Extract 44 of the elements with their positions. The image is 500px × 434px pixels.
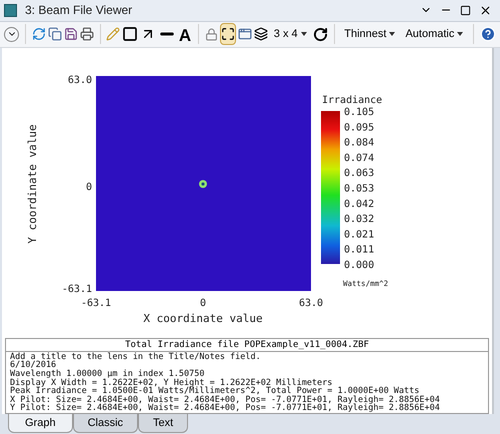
app-icon	[4, 4, 17, 17]
info-line: Display X Width = 1.2622E+02, Y Height = 1.2622E+02 Millimeters	[10, 378, 334, 388]
caret-icon	[457, 32, 464, 36]
y-tick-label: -63.1	[62, 284, 92, 295]
info-line: Y Pilot: Size= 2.4684E+00, Waist= 2.4684E+00, Pos= -7.0771E+01, Rayleigh= 2.8856E+04	[10, 404, 441, 414]
info-line: X Pilot: Size= 2.4684E+00, Waist= 2.4684E+00, Pos= -7.0771E+01, Rayleigh= 2.8856E+04	[10, 396, 441, 404]
x-tick-label: 63.0	[298, 298, 324, 309]
info-line: Add a title to the lens in the Title/Notes field.	[10, 352, 262, 362]
colorbar-label: 0.063	[344, 168, 374, 180]
y-tick-label: 0	[86, 182, 92, 193]
x-tick-label: -63.1	[80, 298, 112, 309]
caret-icon	[300, 32, 307, 36]
info-line: 6/10/2016	[10, 361, 56, 370]
colorbar-label: 0.021	[344, 229, 374, 240]
close-icon[interactable]	[479, 4, 492, 17]
colorbar-label: 0.074	[344, 152, 374, 164]
colorbar-title: Irradiance	[322, 94, 382, 106]
colorbar-label: 0.095	[344, 122, 374, 134]
window-title: 3: Beam File Viewer	[25, 2, 132, 20]
text-tool[interactable]: A	[178, 23, 192, 46]
colorbar-label: 0.105	[344, 106, 374, 118]
fit-icon[interactable]	[220, 23, 236, 46]
colorbar-label: 0.011	[344, 244, 374, 256]
layout-dropdown[interactable]: 3 x 4	[270, 26, 311, 43]
colorbar-label: 0.084	[344, 138, 374, 148]
colorbar-label: 0.053	[344, 183, 374, 194]
maximize-icon[interactable]	[460, 4, 471, 16]
scale-dropdown[interactable]: Automatic	[401, 26, 468, 43]
tab[interactable]: Classic	[72, 414, 138, 434]
panel-title: Total Irradiance file POPExample_v11_0004.ZBF	[6, 338, 488, 352]
colorbar-label: 0.000	[344, 260, 374, 271]
caret-icon	[389, 32, 396, 36]
beam-spot	[199, 180, 207, 188]
y-tick-label: 63.0	[68, 74, 92, 86]
x-tick-label: 0	[200, 298, 206, 309]
info-line: Peak Irradiance = 1.0500E-01 Watts/Millimeters^2, Total Power = 1.0000E+00 Watts	[10, 387, 420, 396]
x-axis-label: X coordinate value	[143, 312, 263, 325]
tab[interactable]: Text	[138, 414, 188, 434]
info-line: Wavelength 1.00000 µm in index 1.50750	[10, 370, 206, 379]
colorbar-label: 0.032	[344, 214, 374, 225]
line-width-dropdown[interactable]: Thinnest	[340, 26, 400, 43]
colorbar-label: 0.042	[344, 198, 374, 210]
y-axis-label: Y coordinate value	[26, 124, 39, 244]
tab[interactable]: Graph	[8, 414, 73, 434]
